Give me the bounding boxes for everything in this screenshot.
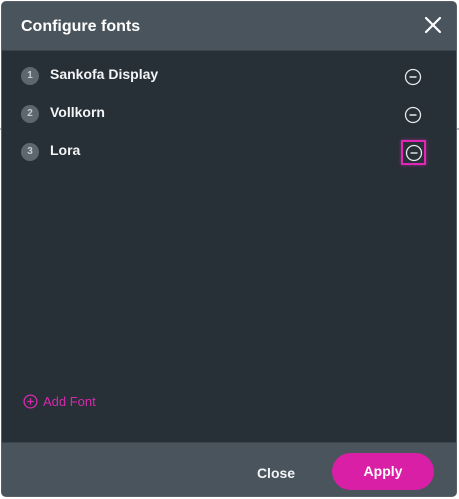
close-x-icon[interactable] [422, 14, 444, 36]
configure-fonts-dialog: Configure fonts 1 Sankofa Display 2 Voll… [1, 1, 457, 497]
minus-circle-icon [404, 106, 422, 124]
font-row: 1 Sankofa Display [2, 57, 456, 95]
minus-circle-icon [404, 68, 422, 86]
remove-font-button[interactable] [401, 140, 426, 165]
font-row: 2 Vollkorn [2, 95, 456, 133]
dialog-title: Configure fonts [21, 18, 141, 35]
font-name: Vollkorn [50, 104, 105, 120]
remove-font-button[interactable] [403, 67, 423, 87]
add-font-label: Add Font [43, 394, 96, 409]
font-index-badge: 2 [21, 105, 39, 123]
remove-font-button[interactable] [403, 105, 423, 125]
dialog-footer: Close Apply [2, 442, 456, 496]
font-name: Sankofa Display [50, 66, 159, 82]
font-index-badge: 1 [21, 67, 39, 85]
minus-circle-icon [405, 144, 422, 161]
apply-button[interactable]: Apply [332, 453, 434, 490]
font-index-badge: 3 [21, 143, 39, 161]
plus-circle-icon [23, 394, 38, 409]
dialog-header: Configure fonts [2, 2, 456, 51]
font-row: 3 Lora [2, 133, 456, 171]
font-name: Lora [50, 142, 81, 158]
close-button[interactable]: Close [241, 455, 311, 489]
